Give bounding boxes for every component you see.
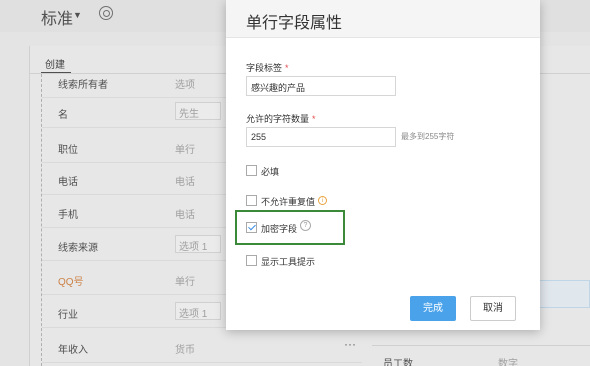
max-chars-hint: 最多到255字符 <box>401 132 455 141</box>
info-icon[interactable]: i <box>318 196 327 205</box>
no-duplicate-checkbox[interactable] <box>246 195 257 206</box>
annotation-highlight-box <box>235 210 345 245</box>
field-label-input[interactable]: 感兴趣的产品 <box>246 76 396 96</box>
field-properties-dialog: 单行字段属性 字段标签 * 感兴趣的产品 允许的字符数量 * 255 最多到255字… <box>226 0 540 330</box>
done-button[interactable]: 完成 <box>410 296 456 321</box>
tooltip-checkbox[interactable] <box>246 255 257 266</box>
tooltip-checkbox-label: 显示工具提示 <box>261 257 316 267</box>
max-chars-label: 允许的字符数量 * <box>246 114 316 124</box>
required-checkbox-label: 必填 <box>261 167 280 177</box>
required-checkbox[interactable] <box>246 165 257 176</box>
field-label-label: 字段标签 * <box>246 63 289 73</box>
dialog-title: 单行字段属性 <box>246 15 343 32</box>
max-chars-input[interactable]: 255 <box>246 127 396 147</box>
required-mark: * <box>312 114 316 124</box>
no-duplicate-checkbox-label: 不允许重复值 <box>261 197 316 207</box>
required-mark: * <box>285 63 289 73</box>
cancel-button[interactable]: 取消 <box>470 296 516 321</box>
dialog-header: 单行字段属性 <box>226 0 540 38</box>
